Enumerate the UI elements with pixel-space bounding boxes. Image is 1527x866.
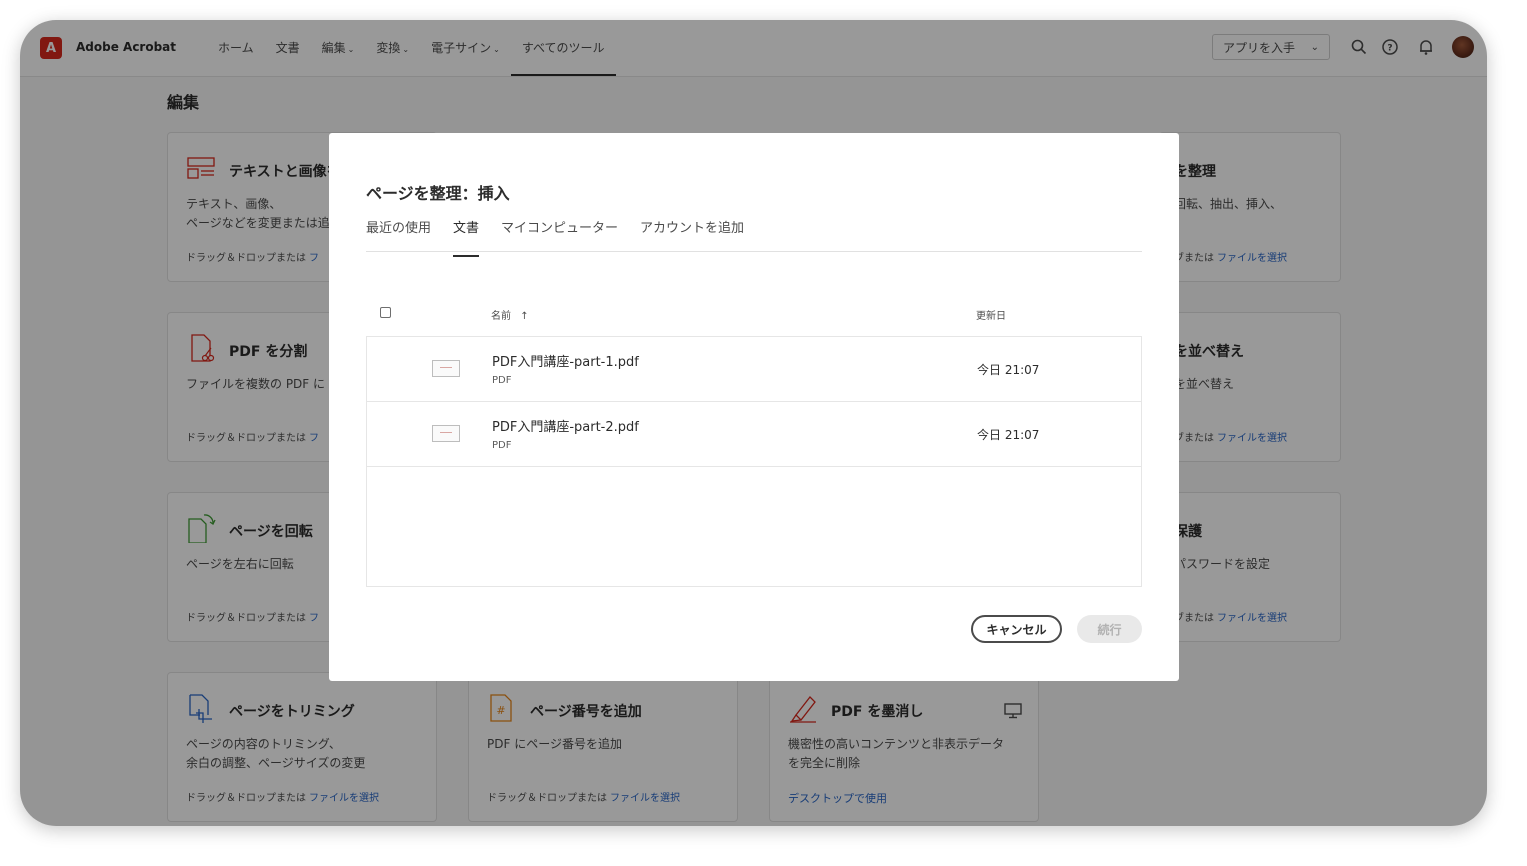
dialog-title: ページを整理：挿入 (366, 184, 510, 203)
column-header-modified[interactable]: 更新日 (976, 307, 1006, 322)
file-modified: 今日 21:07 (977, 363, 1040, 377)
file-row[interactable]: PDF入門講座-part-1.pdf PDF 今日 21:07 (367, 337, 1141, 402)
insert-file-dialog: ページを整理：挿入 最近の使用 文書 マイコンピューター アカウントを追加 名前… (329, 133, 1179, 681)
source-tabs: 最近の使用 文書 マイコンピューター アカウントを追加 (366, 213, 1142, 257)
file-name: PDF入門講座-part-2.pdf (492, 420, 639, 435)
column-name-label: 名前 (491, 311, 511, 322)
pdf-thumbnail-icon (432, 425, 460, 442)
file-modified: 今日 21:07 (977, 428, 1040, 442)
file-row[interactable]: PDF入門講座-part-2.pdf PDF 今日 21:07 (367, 402, 1141, 467)
tab-add-account[interactable]: アカウントを追加 (640, 213, 744, 251)
sort-ascending-icon: ↑ (520, 311, 529, 322)
continue-button[interactable]: 続行 (1077, 615, 1142, 643)
acrobat-window: A Adobe Acrobat ホーム 文書 編集 ⌄ 変換 ⌄ 電子サイン ⌄ すべ… (20, 20, 1487, 826)
column-header-name[interactable]: 名前 ↑ (491, 307, 529, 322)
select-all-checkbox[interactable] (380, 307, 391, 318)
tab-recent[interactable]: 最近の使用 (366, 213, 431, 251)
tab-documents[interactable]: 文書 (453, 213, 480, 257)
file-type: PDF (492, 440, 512, 451)
cancel-button[interactable]: キャンセル (971, 615, 1062, 643)
file-name: PDF入門講座-part-1.pdf (492, 355, 639, 370)
tab-my-computer[interactable]: マイコンピューター (501, 213, 618, 251)
file-list: PDF入門講座-part-1.pdf PDF 今日 21:07 PDF入門講座-… (366, 336, 1142, 587)
file-type: PDF (492, 375, 512, 386)
pdf-thumbnail-icon (432, 360, 460, 377)
